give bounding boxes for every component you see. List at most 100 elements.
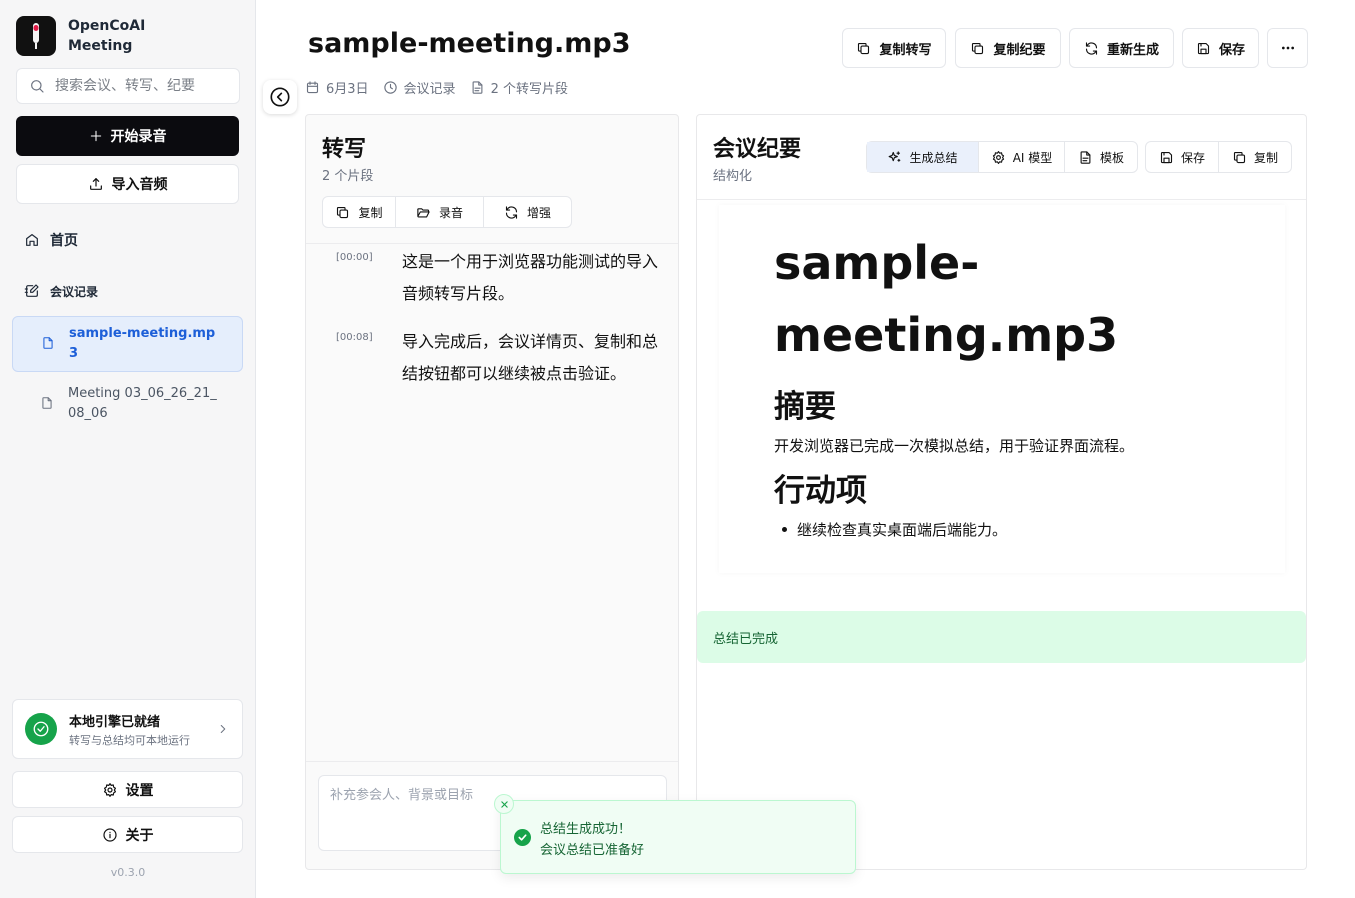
transcript-enhance-label: 增强 [526,205,551,220]
start-recording-label: 开始录音 [110,129,167,145]
transcript-recording-label: 录音 [438,205,463,220]
save-label: 保存 [1218,42,1245,58]
gear-icon [103,782,116,797]
summary-copy-label: 复制 [1253,150,1278,165]
segment-text: 导入完成后，会议详情页、复制和总结按钮都可以继续被点击验证。 [402,332,659,383]
sidebar: OpenCoAI Meeting 开始录音 导入音频 首页 会议记录 sampl… [0,0,256,898]
segment-count: 2 个转写片段 [490,82,568,97]
clock-icon [383,81,397,94]
about-button[interactable]: 关于 [12,816,243,853]
save-button[interactable]: 保存 [1182,28,1259,68]
nav-home[interactable]: 首页 [16,224,240,256]
segment-text: 这是一个用于浏览器功能测试的导入音频转写片段。 [402,252,659,303]
copy-transcript-button[interactable]: 复制转写 [842,28,946,68]
more-horizontal-icon [1281,46,1294,50]
check-circle-icon [514,829,531,846]
folder-open-icon [417,207,430,217]
ai-model-label: AI 模型 [1012,150,1053,165]
sparkles-icon [889,150,901,162]
summary-copy-button[interactable]: 复制 [1219,142,1291,172]
meeting-item-label: Meeting 03_06_26_21_08_06 [68,386,217,421]
save-icon [1197,42,1210,54]
toast-title: 总结生成成功！ [540,822,632,837]
summary-document: sample-meeting.mp3 摘要 开发浏览器已完成一次模拟总结，用于验… [719,205,1285,573]
template-button[interactable]: 模板 [1065,142,1137,172]
engine-status-title: 本地引擎已就绪 [69,714,161,730]
divider [306,243,678,244]
settings-label: 设置 [125,782,154,799]
copy-icon [858,42,870,54]
engine-status-card[interactable]: 本地引擎已就绪 转写与总结均可本地运行 [12,699,243,759]
summary-toolbar: 生成总结 AI 模型 模板 [866,141,1138,173]
notebook-pen-icon [24,284,39,297]
success-toast: 总结生成成功！ 会议总结已准备好 [494,794,856,874]
meeting-date: 6月3日 [326,82,369,97]
ai-model-button[interactable]: AI 模型 [979,142,1065,172]
gear-icon [992,150,1004,164]
divider [306,761,678,762]
start-recording-button[interactable]: 开始录音 [16,116,239,156]
action-items-heading: 行动项 [774,473,867,509]
search-input[interactable] [55,78,225,94]
generate-summary-button[interactable]: 生成总结 [867,142,979,172]
brand: OpenCoAI Meeting [16,16,145,56]
file-icon [42,397,52,409]
action-item: 继续检查真实桌面端后端能力。 [781,521,1008,539]
transcript-copy-button[interactable]: 复制 [323,197,396,227]
more-options-button[interactable] [1267,28,1308,68]
toast-close-button[interactable] [494,794,514,814]
search-box[interactable] [16,68,240,104]
meeting-category: 会议记录 [403,82,456,97]
segment-timestamp: [00:08] [336,332,373,343]
app-name-sub: Meeting [68,38,133,54]
app-version: v0.3.0 [110,866,146,879]
engine-status-subtitle: 转写与总结均可本地运行 [69,733,190,747]
copy-summary-label: 复制纪要 [993,42,1046,58]
page-title: sample-meeting.mp3 [308,28,631,59]
transcript-recording-button[interactable]: 录音 [396,197,484,227]
transcript-title: 转写 [322,137,367,162]
summary-subtitle: 结构化 [713,169,753,184]
transcript-enhance-button[interactable]: 增强 [484,197,571,227]
nav-meetings-label: 会议记录 [50,284,99,299]
copy-icon [1233,151,1246,163]
import-audio-button[interactable]: 导入音频 [16,164,239,204]
generate-summary-label: 生成总结 [909,150,958,165]
file-icon [43,337,53,349]
summary-actions-toolbar: 保存 复制 [1145,141,1292,173]
transcript-toolbar: 复制 录音 增强 [322,196,572,228]
check-circle-icon [25,713,57,745]
meeting-item-label: sample-meeting.mp3 [69,326,216,361]
summary-save-label: 保存 [1180,150,1205,165]
app-name: OpenCoAI [68,18,146,34]
collapse-sidebar-button[interactable] [263,80,297,114]
copy-summary-button[interactable]: 复制纪要 [955,28,1061,68]
nav-meetings-section[interactable]: 会议记录 [16,276,240,306]
toast-description: 会议总结已准备好 [540,843,645,858]
upload-icon [89,178,102,190]
divider [697,199,1306,200]
meeting-item-active[interactable]: sample-meeting.mp3 [12,316,243,372]
app-logo [16,16,56,56]
search-icon [31,80,44,93]
refresh-icon [505,205,518,219]
summary-title: 会议纪要 [713,137,802,162]
summary-status-text: 总结已完成 [713,631,779,647]
regenerate-label: 重新生成 [1106,42,1159,58]
settings-button[interactable]: 设置 [12,771,243,808]
close-icon [500,800,508,808]
document-title: sample-meeting.mp3 [774,236,1119,362]
copy-icon [972,42,984,54]
refresh-icon [1085,41,1098,55]
nav-home-label: 首页 [50,233,78,249]
regenerate-button[interactable]: 重新生成 [1069,28,1174,68]
file-text-icon [1080,150,1091,164]
chevron-right-icon [220,724,226,734]
summary-heading: 摘要 [774,389,836,425]
copy-transcript-label: 复制转写 [879,42,932,58]
info-icon [102,827,117,842]
summary-text: 开发浏览器已完成一次模拟总结，用于验证界面流程。 [774,437,1135,455]
meeting-item[interactable]: Meeting 03_06_26_21_08_06 [12,376,243,432]
template-label: 模板 [1099,150,1124,165]
summary-save-button[interactable]: 保存 [1146,142,1219,172]
